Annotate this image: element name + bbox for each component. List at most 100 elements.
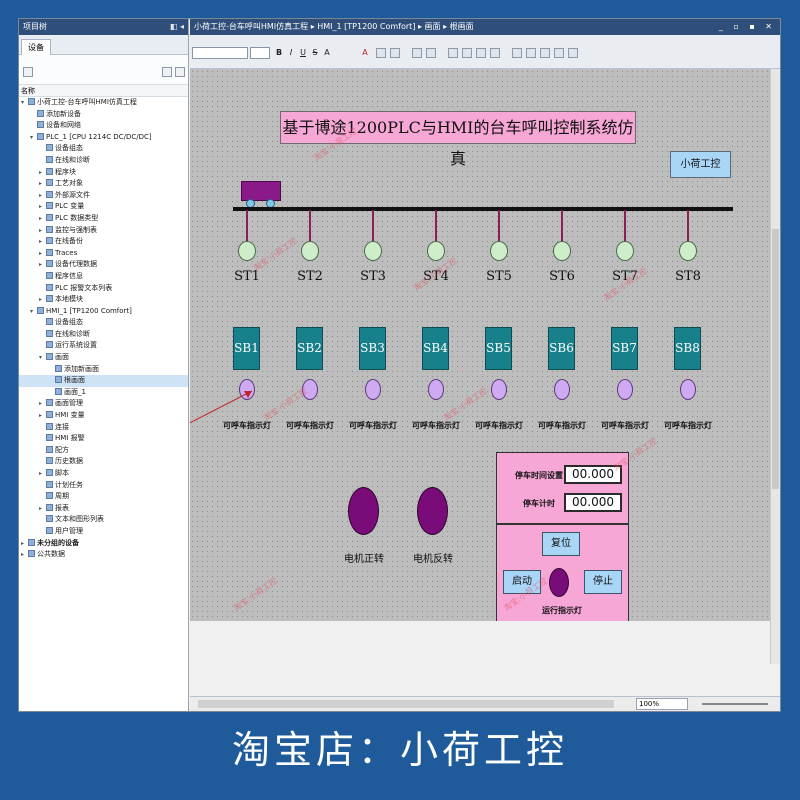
send-back-icon[interactable]	[526, 48, 536, 58]
new-icon[interactable]	[23, 67, 33, 77]
tree-item[interactable]: 运行系统设置	[19, 340, 188, 352]
horizontal-scrollbar[interactable]: 100%	[190, 696, 780, 711]
underline-button[interactable]: U	[298, 47, 308, 59]
tree-item[interactable]: 设备和网络	[19, 120, 188, 132]
tree-item[interactable]: ▸ Traces	[19, 248, 188, 260]
tree-item[interactable]: ▸ 外部源文件	[19, 190, 188, 202]
tree-expand-icon[interactable]: ▸	[39, 201, 46, 213]
tree-expand-icon[interactable]: ▸	[39, 294, 46, 306]
tree-item[interactable]: ▸ 程序块	[19, 167, 188, 179]
tree-item[interactable]: 根画面	[19, 375, 188, 387]
tree-expand-icon[interactable]: ▸	[21, 538, 28, 550]
tree-item[interactable]: ▸ 未分组的设备	[19, 538, 188, 550]
font-family-select[interactable]	[192, 47, 248, 59]
tree-expand-icon[interactable]: ▸	[39, 410, 46, 422]
tree-expand-icon[interactable]: ▾	[21, 97, 28, 109]
tree-item[interactable]: ▾ PLC_1 [CPU 1214C DC/DC/DC]	[19, 132, 188, 144]
call-button-1[interactable]: SB1	[233, 327, 260, 370]
tree-item[interactable]: ▸ 画面管理	[19, 398, 188, 410]
call-button-8[interactable]: SB8	[674, 327, 701, 370]
tree-item[interactable]: 添加新画面	[19, 364, 188, 376]
sync-icon[interactable]	[175, 67, 185, 77]
window-controls[interactable]: _ ▫ ▪ ✕	[719, 19, 776, 35]
tree-expand-icon[interactable]: ▸	[21, 549, 28, 561]
tree-item[interactable]: ▸ 报表	[19, 503, 188, 515]
tree-expand-icon[interactable]: ▸	[39, 178, 46, 190]
tree-item[interactable]: ▸ 监控与强制表	[19, 225, 188, 237]
tree-item[interactable]: 计划任务	[19, 480, 188, 492]
tree-expand-icon[interactable]: ▸	[39, 468, 46, 480]
line-color-icon[interactable]	[390, 48, 400, 58]
tab-devices[interactable]: 设备	[21, 39, 51, 55]
tree-item[interactable]: HMI 报警	[19, 433, 188, 445]
strikethrough-button[interactable]: S	[310, 47, 320, 59]
tree-expand-icon[interactable]: ▸	[39, 213, 46, 225]
bold-button[interactable]: B	[274, 47, 284, 59]
view-grid-icon[interactable]	[162, 67, 172, 77]
tree-item[interactable]: 设备组态	[19, 143, 188, 155]
start-button[interactable]: 启动	[503, 570, 541, 594]
tree-expand-icon[interactable]: ▸	[39, 167, 46, 179]
align-left-icon[interactable]	[412, 48, 422, 58]
tree-item[interactable]: 画面_1	[19, 387, 188, 399]
hmi-screen-canvas[interactable]: 基于博途1200PLC与HMI的台车呼叫控制系统仿真 小荷工控 ST1 ST2 ST…	[190, 69, 770, 621]
tree-item[interactable]: ▸ PLC 变量	[19, 201, 188, 213]
tree-item[interactable]: ▸ HMI 变量	[19, 410, 188, 422]
stop-button[interactable]: 停止	[584, 570, 622, 594]
tree-item[interactable]: 文本和图形列表	[19, 514, 188, 526]
tree-item[interactable]: ▸ 设备代理数据	[19, 259, 188, 271]
tree-item[interactable]: ▸ 在线备份	[19, 236, 188, 248]
tree-item[interactable]: ▸ 工艺对象	[19, 178, 188, 190]
align-top-icon[interactable]	[448, 48, 458, 58]
tree-item[interactable]: 周期	[19, 491, 188, 503]
group-icon[interactable]	[540, 48, 550, 58]
align-middle-icon[interactable]	[462, 48, 472, 58]
tree-item[interactable]: 在线和诊断	[19, 155, 188, 167]
tree-item[interactable]: 历史数据	[19, 456, 188, 468]
tree-expand-icon[interactable]: ▸	[39, 236, 46, 248]
tree-item[interactable]: ▸ 公共数据	[19, 549, 188, 561]
call-button-2[interactable]: SB2	[296, 327, 323, 370]
distribute-icon[interactable]	[490, 48, 500, 58]
tree-item[interactable]: 在线和诊断	[19, 329, 188, 341]
tree-item[interactable]: ▸ 脚本	[19, 468, 188, 480]
vertical-scrollbar[interactable]	[770, 69, 780, 664]
tree-item[interactable]: ▾ 小荷工控-台车呼叫HMI仿真工程	[19, 97, 188, 109]
font-grow-button[interactable]: A	[322, 47, 332, 59]
fill-color-icon[interactable]	[376, 48, 386, 58]
tree-expand-icon[interactable]: ▾	[30, 306, 37, 318]
tree-expand-icon[interactable]: ▸	[39, 225, 46, 237]
tree-item[interactable]: ▸ PLC 数据类型	[19, 213, 188, 225]
tree-expand-icon[interactable]: ▸	[39, 398, 46, 410]
call-button-3[interactable]: SB3	[359, 327, 386, 370]
call-button-7[interactable]: SB7	[611, 327, 638, 370]
pin-icon[interactable]: ◧ ◂	[170, 19, 184, 35]
tree-expand-icon[interactable]: ▸	[39, 190, 46, 202]
call-button-4[interactable]: SB4	[422, 327, 449, 370]
tree-item[interactable]: 添加新设备	[19, 109, 188, 121]
zoom-icon[interactable]	[568, 48, 578, 58]
font-color-button[interactable]: A	[360, 47, 370, 59]
tree-item[interactable]: 连接	[19, 422, 188, 434]
align-bottom-icon[interactable]	[476, 48, 486, 58]
tree-item[interactable]: PLC 报警文本列表	[19, 283, 188, 295]
bring-front-icon[interactable]	[512, 48, 522, 58]
tree-item[interactable]: 程序信息	[19, 271, 188, 283]
call-button-5[interactable]: SB5	[485, 327, 512, 370]
zoom-select[interactable]: 100%	[636, 698, 688, 710]
tree-expand-icon[interactable]: ▾	[39, 352, 46, 364]
italic-button[interactable]: I	[286, 47, 296, 59]
tree-item[interactable]: 用户管理	[19, 526, 188, 538]
font-size-select[interactable]	[250, 47, 270, 59]
call-button-6[interactable]: SB6	[548, 327, 575, 370]
tree-expand-icon[interactable]: ▸	[39, 259, 46, 271]
align-center-icon[interactable]	[426, 48, 436, 58]
tree-item[interactable]: ▾ 画面	[19, 352, 188, 364]
reset-button[interactable]: 复位	[542, 532, 580, 556]
tree-item[interactable]: ▸ 本地模块	[19, 294, 188, 306]
ungroup-icon[interactable]	[554, 48, 564, 58]
tree-item[interactable]: ▾ HMI_1 [TP1200 Comfort]	[19, 306, 188, 318]
tree-item[interactable]: 配方	[19, 445, 188, 457]
tree-expand-icon[interactable]: ▸	[39, 503, 46, 515]
tree-expand-icon[interactable]: ▾	[30, 132, 37, 144]
